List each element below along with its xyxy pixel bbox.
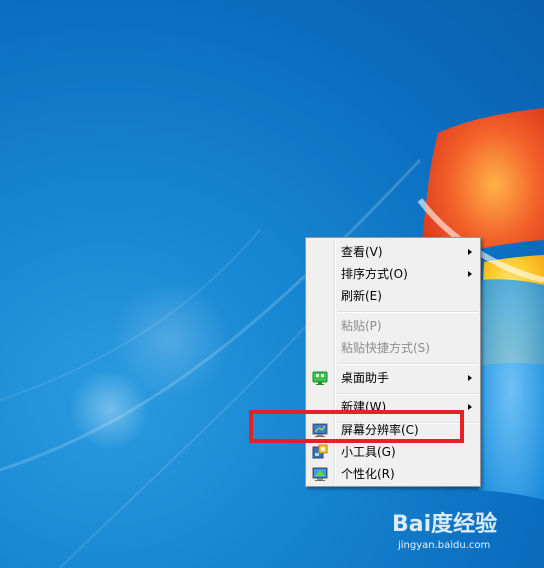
- submenu-arrow-icon: [468, 404, 472, 410]
- menu-item-sort-by[interactable]: 排序方式(O): [308, 263, 478, 285]
- menu-item-paste-shortcut[interactable]: 粘贴快捷方式(S): [308, 337, 478, 359]
- menu-item-label: 查看(V): [341, 245, 383, 259]
- menu-item-paste[interactable]: 粘贴(P): [308, 315, 478, 337]
- menu-item-personalize[interactable]: 个性化(R): [308, 463, 478, 485]
- menu-separator: [338, 363, 478, 365]
- gadgets-icon: [312, 444, 328, 459]
- watermark-url: jingyan.baidu.com: [398, 540, 491, 551]
- desktop-context-menu: 查看(V) 排序方式(O) 刷新(E) 粘贴(P) 粘贴快捷方式(S) 桌面助手…: [305, 237, 481, 487]
- menu-item-label: 粘贴快捷方式(S): [341, 341, 430, 355]
- red-highlight-annotation: [249, 410, 464, 443]
- menu-item-label: 小工具(G): [341, 445, 396, 459]
- desktop-background[interactable]: 查看(V) 排序方式(O) 刷新(E) 粘贴(P) 粘贴快捷方式(S) 桌面助手…: [0, 0, 544, 568]
- menu-separator: [338, 311, 478, 313]
- menu-item-label: 粘贴(P): [341, 319, 382, 333]
- menu-separator: [338, 393, 478, 395]
- watermark-brand: Bai度经验: [392, 512, 498, 537]
- menu-item-label: 桌面助手: [341, 371, 390, 385]
- baidu-jingyan-watermark: Bai度经验 jingyan.baidu.com: [392, 506, 532, 556]
- menu-item-label: 个性化(R): [341, 467, 395, 481]
- menu-item-view[interactable]: 查看(V): [308, 241, 478, 263]
- menu-item-label: 刷新(E): [341, 289, 382, 303]
- menu-item-refresh[interactable]: 刷新(E): [308, 285, 478, 307]
- menu-item-desktop-assistant[interactable]: 桌面助手: [308, 367, 478, 389]
- submenu-arrow-icon: [468, 375, 472, 381]
- desktop-assistant-icon: [312, 371, 328, 385]
- menu-item-gadgets[interactable]: 小工具(G): [308, 441, 478, 463]
- submenu-arrow-icon: [468, 271, 472, 277]
- menu-item-label: 排序方式(O): [341, 267, 408, 281]
- personalize-icon: [312, 467, 328, 481]
- submenu-arrow-icon: [468, 249, 472, 255]
